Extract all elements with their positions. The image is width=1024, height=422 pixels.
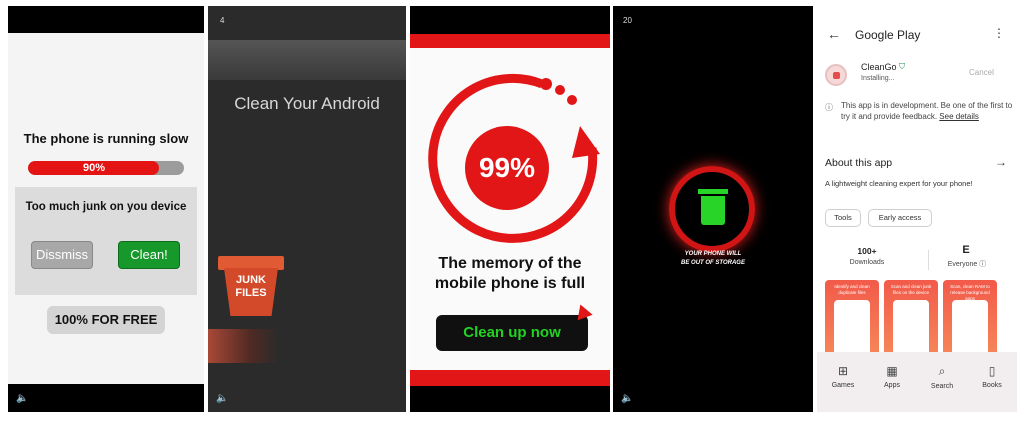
rating-label: Everyone ⓘ: [947, 261, 987, 268]
app-name: CleanGo: [861, 62, 897, 72]
screenshot-card[interactable]: Identify and clean duplicate files: [825, 280, 879, 362]
apps-grid-icon: ▦: [886, 364, 898, 378]
top-bar: [8, 6, 204, 33]
clean-button[interactable]: Clean!: [118, 241, 180, 269]
screenshot-caption: Scan and clean junk files on the device: [890, 284, 932, 295]
book-icon: ▯: [988, 364, 996, 378]
more-options-icon[interactable]: ⋮: [993, 26, 1005, 40]
bottom-navigation: ⊞ Games ▦ Apps ⌕ Search ▯ Books: [817, 352, 1017, 412]
tag-chip[interactable]: Early access: [868, 209, 932, 227]
screen-google-play: ← Google Play ⋮ CleanGo ⛉ Installing... …: [817, 6, 1017, 412]
verified-shield-icon: ⛉: [899, 62, 905, 71]
downloads-value: 100+: [857, 246, 877, 256]
app-description: A lightweight cleaning expert for your p…: [825, 179, 973, 188]
storage-warning-line2: BE OUT OF STORAGE: [681, 260, 745, 266]
store-title: Google Play: [855, 28, 921, 42]
search-icon: ⌕: [938, 364, 946, 378]
gamepad-icon: ⊞: [837, 364, 849, 378]
install-status: Installing...: [861, 75, 895, 82]
progress-bar: 90%: [28, 161, 184, 175]
nav-item-games[interactable]: ⊞ Games: [821, 364, 865, 389]
stat-divider: [928, 250, 929, 270]
memory-message: The memory of the mobile phone is full: [410, 254, 610, 294]
bottom-red-band: [410, 370, 610, 386]
junk-bin-icon: JUNK FILES: [218, 256, 284, 316]
trash-icon: [698, 189, 728, 225]
see-details-link[interactable]: See details: [939, 112, 979, 121]
nav-label: Books: [982, 382, 1002, 389]
bottom-bar: [410, 386, 610, 412]
play-header: ← Google Play ⋮: [825, 26, 1009, 44]
about-title[interactable]: About this app: [825, 157, 892, 169]
nav-label: Apps: [884, 382, 900, 389]
back-arrow-icon[interactable]: ←: [827, 26, 841, 42]
arrow-right-icon[interactable]: →: [995, 155, 1007, 169]
screen-memory-full: 99% The memory of the mobile phone is fu…: [410, 6, 610, 412]
memory-message-line1: The memory of the: [438, 255, 582, 272]
bin-label-line1: JUNK: [236, 274, 266, 286]
nav-item-search[interactable]: ⌕ Search: [920, 364, 964, 390]
nav-label: Search: [930, 383, 954, 390]
screen-out-of-storage: 20 YOUR PHONE WILL BE OUT OF STORAGE 🔈: [613, 6, 813, 412]
rating-icon: E: [962, 244, 970, 256]
dev-note-text: This app is in development. Be one of th…: [841, 101, 1013, 121]
dev-note: This app is in development. Be one of th…: [841, 100, 1013, 122]
screen-phone-slow: The phone is running slow 90% Too much j…: [8, 6, 204, 412]
nav-item-apps[interactable]: ▦ Apps: [870, 364, 914, 389]
bottom-bar: 🔈: [8, 384, 204, 412]
clean-android-title: Clean Your Android: [234, 94, 380, 113]
storage-warning: YOUR PHONE WILL BE OUT OF STORAGE: [613, 250, 813, 268]
bin-lid: [218, 256, 284, 270]
progress-label: 90%: [82, 162, 106, 174]
downloads-label: Downloads: [849, 259, 885, 266]
app-icon: [825, 64, 847, 86]
cancel-button[interactable]: Cancel: [969, 68, 994, 77]
app-icon-glyph: [833, 72, 840, 79]
tag-chip[interactable]: Tools: [825, 209, 861, 227]
screenshot-caption: Identify and clean duplicate files: [834, 284, 870, 295]
screenshot-card[interactable]: Scan and clean junk files on the device: [884, 280, 938, 362]
clean-up-now-button[interactable]: Clean up now: [436, 315, 588, 351]
info-icon: ⓘ: [825, 103, 833, 112]
trash-lid: [698, 189, 728, 194]
dialog-message: Too much junk on you device: [25, 201, 187, 213]
frame-counter: 4: [220, 16, 225, 25]
memory-message-line2: mobile phone is full: [434, 275, 586, 292]
speaker-icon[interactable]: 🔈: [216, 393, 228, 404]
frame-counter: 20: [623, 16, 632, 25]
speaker-icon[interactable]: 🔈: [621, 393, 633, 404]
memory-percent: 99%: [465, 126, 549, 210]
free-badge[interactable]: 100% FOR FREE: [47, 306, 165, 334]
bin-label: JUNK FILES: [224, 274, 278, 300]
bin-label-line2: FILES: [235, 287, 267, 299]
junk-dialog: Too much junk on you device Dissmiss Cle…: [15, 187, 197, 295]
screenshot-card[interactable]: Scan, clean RAM to release background ap…: [943, 280, 997, 362]
top-red-band: [410, 34, 610, 48]
top-bar: [410, 6, 610, 34]
glow-decoration: [208, 329, 278, 363]
blurred-header: [208, 40, 406, 80]
nav-label: Games: [831, 382, 855, 389]
slow-title: The phone is running slow: [23, 131, 189, 146]
nav-item-books[interactable]: ▯ Books: [970, 364, 1014, 389]
storage-warning-line1: YOUR PHONE WILL: [684, 251, 742, 257]
trash-body: [701, 196, 725, 225]
screen-clean-android: 4 Clean Your Android JUNK FILES 🔈: [208, 6, 406, 412]
speaker-icon[interactable]: 🔈: [16, 393, 28, 404]
dismiss-button[interactable]: Dissmiss: [31, 241, 93, 269]
